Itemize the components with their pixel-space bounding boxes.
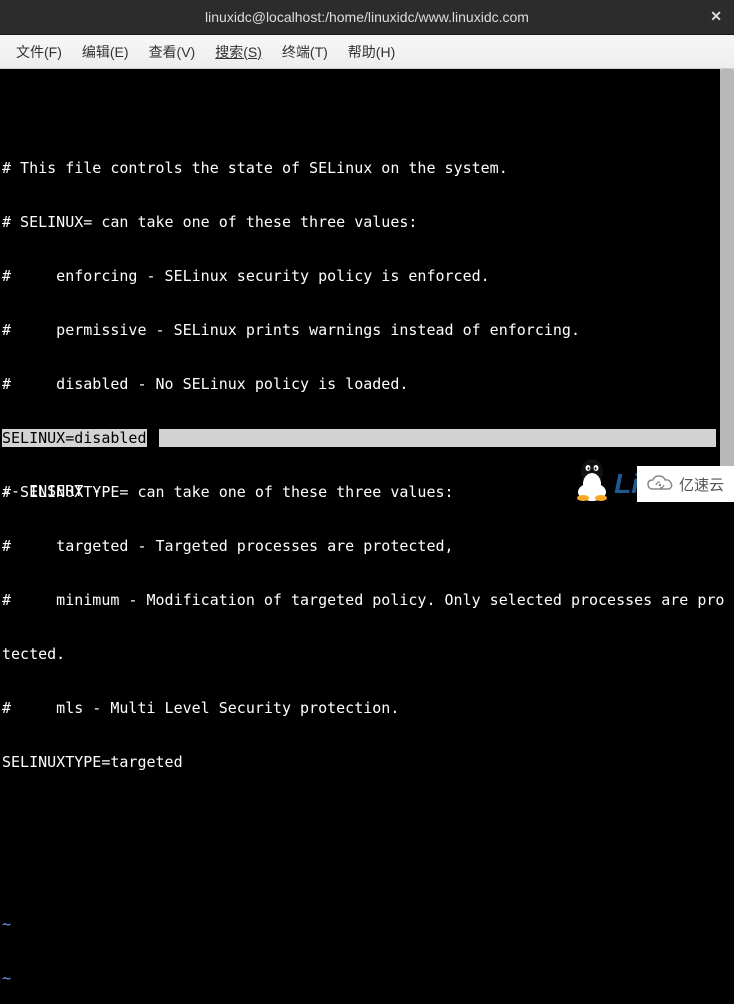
menu-search[interactable]: 搜索(S) bbox=[205, 36, 272, 68]
tilde-line: ~ bbox=[2, 915, 732, 933]
watermark-text: 亿速云 bbox=[679, 474, 724, 495]
linux-logo-text: Li bbox=[614, 468, 639, 500]
tux-icon bbox=[572, 454, 612, 502]
vim-status: -- INSERT -- bbox=[2, 482, 110, 500]
menu-view[interactable]: 查看(V) bbox=[139, 36, 206, 68]
text-line: # permissive - SELinux prints warnings i… bbox=[2, 321, 732, 339]
terminal-body[interactable]: # This file controls the state of SELinu… bbox=[0, 69, 734, 502]
watermark: 亿速云 bbox=[637, 466, 734, 502]
menu-file[interactable]: 文件(F) bbox=[6, 36, 72, 68]
tilde-line: ~ bbox=[2, 969, 732, 987]
scrollbar[interactable] bbox=[720, 69, 734, 502]
window-title: linuxidc@localhost:/home/linuxidc/www.li… bbox=[205, 9, 529, 25]
text-line: tected. bbox=[2, 645, 732, 663]
menu-help[interactable]: 帮助(H) bbox=[338, 36, 405, 68]
menu-edit[interactable]: 编辑(E) bbox=[72, 36, 139, 68]
selected-text: SELINUX=disabled bbox=[2, 429, 147, 447]
text-line: # minimum - Modification of targeted pol… bbox=[2, 591, 732, 609]
scrollbar-thumb[interactable] bbox=[720, 69, 734, 502]
text-line: # This file controls the state of SELinu… bbox=[2, 159, 732, 177]
text-line: # SELINUX= can take one of these three v… bbox=[2, 213, 732, 231]
menubar: 文件(F) 编辑(E) 查看(V) 搜索(S) 终端(T) 帮助(H) bbox=[0, 35, 734, 69]
text-line: # mls - Multi Level Security protection. bbox=[2, 699, 732, 717]
text-line: SELINUXTYPE=targeted bbox=[2, 753, 732, 771]
terminal-content: # This file controls the state of SELinu… bbox=[0, 69, 734, 1004]
close-icon[interactable]: ✕ bbox=[710, 8, 722, 25]
text-line: # enforcing - SELinux security policy is… bbox=[2, 267, 732, 285]
text-line: # targeted - Targeted processes are prot… bbox=[2, 537, 732, 555]
text-line: # disabled - No SELinux policy is loaded… bbox=[2, 375, 732, 393]
cloud-icon bbox=[645, 474, 675, 494]
menu-terminal[interactable]: 终端(T) bbox=[272, 36, 338, 68]
cursor-line: SELINUX=disabled bbox=[2, 429, 732, 447]
window-titlebar: linuxidc@localhost:/home/linuxidc/www.li… bbox=[0, 0, 734, 35]
logo-area: Li 亿速云 bbox=[572, 454, 734, 502]
